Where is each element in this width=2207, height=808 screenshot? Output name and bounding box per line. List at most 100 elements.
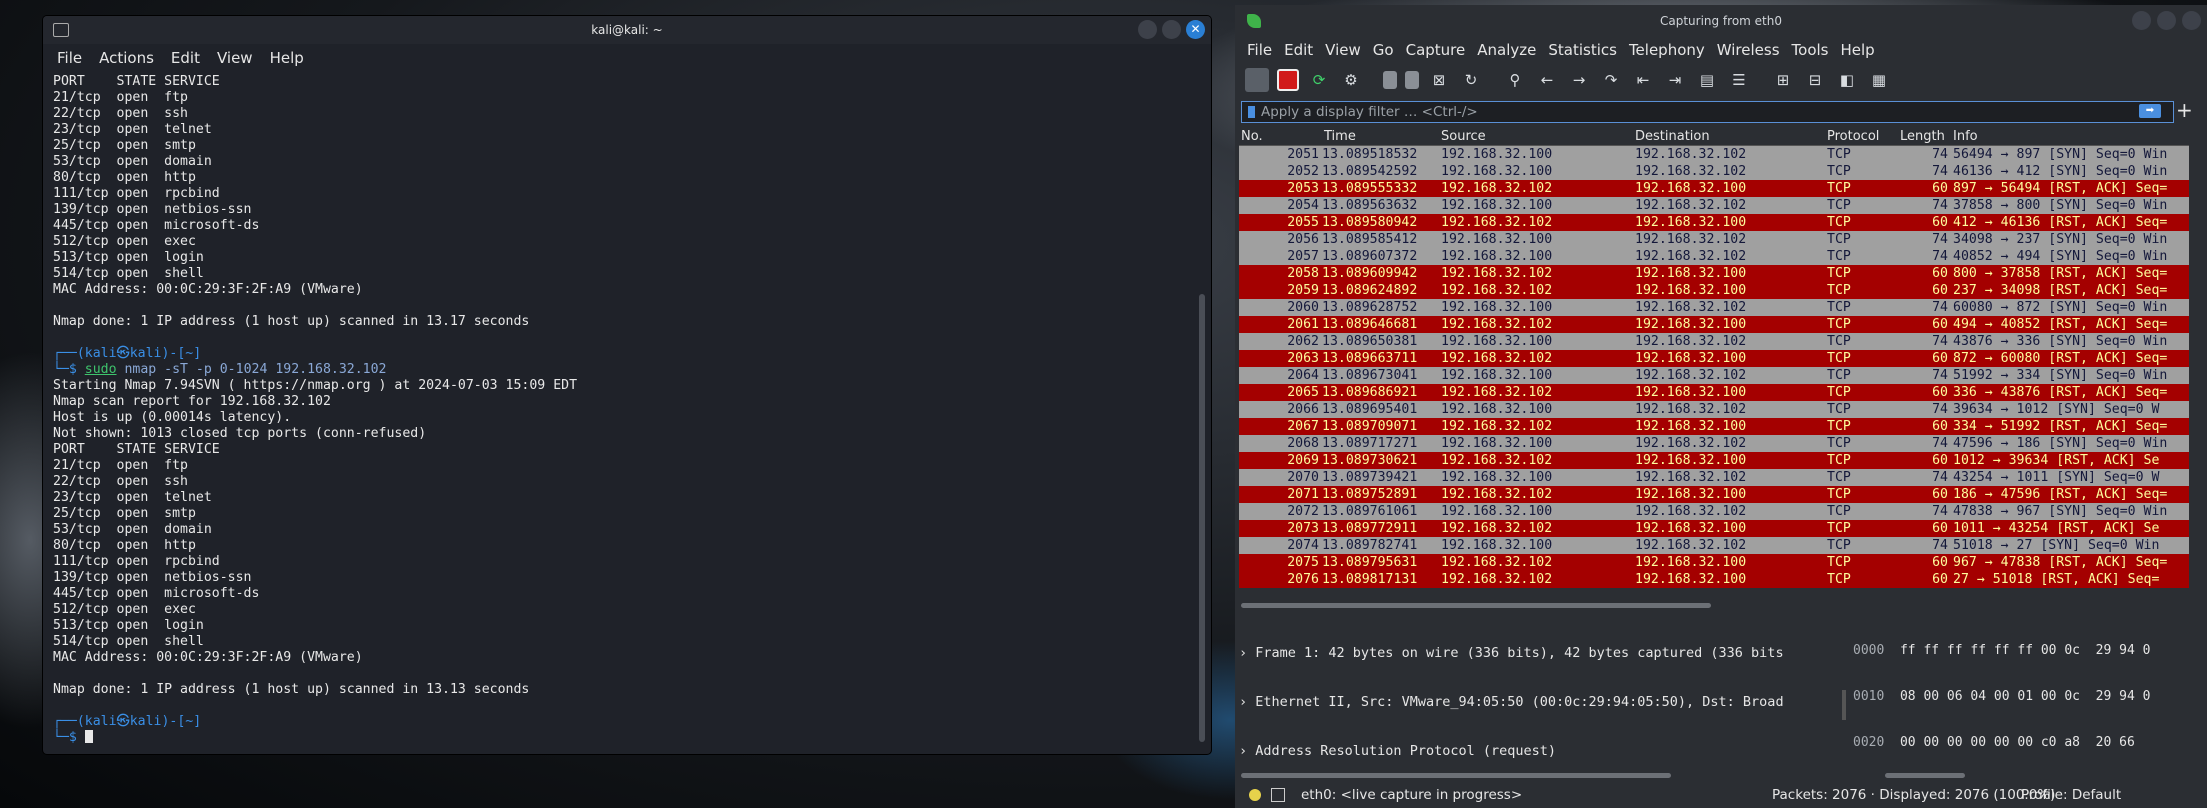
col-destination[interactable]: Destination: [1635, 129, 1710, 144]
packet-row[interactable]: 2055 13.089580942 192.168.32.102 192.168.32…: [1239, 214, 2189, 231]
first-packet-icon[interactable]: ⇤: [1631, 68, 1655, 92]
menu-go[interactable]: Go: [1373, 41, 1394, 59]
profile-selector[interactable]: Profile: Default: [2021, 787, 2121, 803]
terminal-window[interactable]: kali@kali: ~ ✕ File Actions Edit View He…: [43, 16, 1211, 754]
packet-list-hscrollbar[interactable]: [1241, 603, 1711, 608]
packet-row[interactable]: 2069 13.089730621 192.168.32.102 192.168.32…: [1239, 452, 2189, 469]
col-source[interactable]: Source: [1441, 129, 1486, 144]
menu-view[interactable]: View: [1325, 41, 1361, 59]
wireshark-titlebar[interactable]: Capturing from eth0: [1235, 5, 2207, 37]
display-filter-input[interactable]: Apply a display filter … <Ctrl-/> ➡: [1241, 101, 2174, 123]
packet-row[interactable]: 2056 13.089585412 192.168.32.100 192.168.32…: [1239, 231, 2189, 248]
packet-row[interactable]: 2072 13.089761061 192.168.32.100 192.168.32…: [1239, 503, 2189, 520]
packet-row[interactable]: 2066 13.089695401 192.168.32.100 192.168.32…: [1239, 401, 2189, 418]
packet-row[interactable]: 2065 13.089686921 192.168.32.102 192.168.32…: [1239, 384, 2189, 401]
capture-options-gear-icon[interactable]: ⚙: [1339, 68, 1363, 92]
col-time[interactable]: Time: [1324, 129, 1356, 144]
stop-capture-icon[interactable]: [1277, 69, 1299, 91]
restart-capture-icon[interactable]: ⟳: [1307, 68, 1331, 92]
detail-row[interactable]: › Frame 1: 42 bytes on wire (336 bits), …: [1239, 645, 1844, 662]
capture-comment-edit-icon[interactable]: [1271, 788, 1285, 802]
normal-size-icon[interactable]: ◧: [1835, 68, 1859, 92]
packet-cell-len: 74: [1932, 368, 1948, 383]
menu-analyze[interactable]: Analyze: [1477, 41, 1536, 59]
menu-telephony[interactable]: Telephony: [1629, 41, 1705, 59]
detail-row[interactable]: › Ethernet II, Src: VMware_94:05:50 (00:…: [1239, 694, 1844, 711]
packet-row[interactable]: 2059 13.089624892 192.168.32.102 192.168.32…: [1239, 282, 2189, 299]
autoscroll-icon[interactable]: ▤: [1695, 68, 1719, 92]
packet-list[interactable]: 2051 13.089518532 192.168.32.100 192.168.32…: [1239, 146, 2189, 598]
terminal-titlebar[interactable]: kali@kali: ~ ✕: [43, 16, 1211, 44]
go-forward-arrow-icon[interactable]: →: [1567, 68, 1591, 92]
last-packet-icon[interactable]: ⇥: [1663, 68, 1687, 92]
col-info[interactable]: Info: [1953, 129, 1978, 144]
packet-row[interactable]: 2070 13.089739421 192.168.32.100 192.168.32…: [1239, 469, 2189, 486]
find-packet-search-icon[interactable]: ⚲: [1503, 68, 1527, 92]
reload-file-icon[interactable]: ↻: [1459, 68, 1483, 92]
close-button[interactable]: [2182, 11, 2201, 30]
minimize-button[interactable]: [2132, 11, 2151, 30]
close-button[interactable]: ✕: [1186, 20, 1205, 39]
packet-cell-info: 494 → 40852 [RST, ACK] Seq=: [1953, 317, 2168, 332]
go-back-arrow-icon[interactable]: ←: [1535, 68, 1559, 92]
detail-row[interactable]: › Address Resolution Protocol (request): [1239, 743, 1844, 760]
packet-row[interactable]: 2062 13.089650381 192.168.32.100 192.168.32…: [1239, 333, 2189, 350]
packet-row[interactable]: 2057 13.089607372 192.168.32.100 192.168.32…: [1239, 248, 2189, 265]
packet-row[interactable]: 2060 13.089628752 192.168.32.100 192.168.32…: [1239, 299, 2189, 316]
packet-row[interactable]: 2076 13.089817131 192.168.32.102 192.168.32…: [1239, 571, 2189, 588]
minimize-button[interactable]: [1138, 20, 1157, 39]
close-file-icon[interactable]: ⊠: [1427, 68, 1451, 92]
apply-filter-arrow-icon[interactable]: ➡: [2139, 104, 2161, 118]
details-hscrollbar[interactable]: [1241, 773, 1671, 778]
menu-edit[interactable]: Edit: [171, 49, 200, 67]
save-file-icon[interactable]: [1405, 71, 1419, 89]
menu-tools[interactable]: Tools: [1792, 41, 1829, 59]
maximize-button[interactable]: [1162, 20, 1181, 39]
packet-row[interactable]: 2067 13.089709071 192.168.32.102 192.168.32…: [1239, 418, 2189, 435]
col-length[interactable]: Length: [1900, 129, 1945, 144]
packet-row[interactable]: 2061 13.089646681 192.168.32.102 192.168.32…: [1239, 316, 2189, 333]
packet-row[interactable]: 2073 13.089772911 192.168.32.102 192.168.32…: [1239, 520, 2189, 537]
terminal-scrollbar[interactable]: [1199, 294, 1205, 742]
menu-statistics[interactable]: Statistics: [1548, 41, 1617, 59]
start-capture-fin-icon[interactable]: [1245, 68, 1269, 92]
menu-wireless[interactable]: Wireless: [1717, 41, 1780, 59]
menu-capture[interactable]: Capture: [1406, 41, 1466, 59]
bookmark-icon[interactable]: [1248, 106, 1255, 118]
open-file-icon[interactable]: [1383, 71, 1397, 89]
packet-row[interactable]: 2075 13.089795631 192.168.32.102 192.168.32…: [1239, 554, 2189, 571]
col-no[interactable]: No.: [1241, 129, 1263, 144]
menu-actions[interactable]: Actions: [99, 49, 154, 67]
menu-edit[interactable]: Edit: [1284, 41, 1313, 59]
packet-row[interactable]: 2052 13.089542592 192.168.32.100 192.168.32…: [1239, 163, 2189, 180]
resize-columns-icon[interactable]: ▦: [1867, 68, 1891, 92]
packet-row[interactable]: 2074 13.089782741 192.168.32.100 192.168.32…: [1239, 537, 2189, 554]
packet-row[interactable]: 2063 13.089663711 192.168.32.102 192.168.32…: [1239, 350, 2189, 367]
packet-row[interactable]: 2064 13.089673041 192.168.32.100 192.168.32…: [1239, 367, 2189, 384]
wireshark-window[interactable]: Capturing from eth0 File Edit View Go Ca…: [1235, 5, 2207, 808]
colorize-icon[interactable]: ☰: [1727, 68, 1751, 92]
expert-info-indicator-icon[interactable]: [1249, 789, 1261, 801]
menu-file[interactable]: File: [1247, 41, 1272, 59]
menu-help[interactable]: Help: [1840, 41, 1874, 59]
terminal-output[interactable]: PORT STATE SERVICE 21/tcp open ftp 22/tcp …: [53, 74, 1181, 754]
packet-row[interactable]: 2058 13.089609942 192.168.32.102 192.168.32…: [1239, 265, 2189, 282]
packet-row[interactable]: 2051 13.089518532 192.168.32.100 192.168.32…: [1239, 146, 2189, 163]
maximize-button[interactable]: [2157, 11, 2176, 30]
packet-details-pane[interactable]: › Frame 1: 42 bytes on wire (336 bits), …: [1239, 613, 1844, 773]
menu-file[interactable]: File: [57, 49, 82, 67]
packet-row[interactable]: 2054 13.089563632 192.168.32.100 192.168.32…: [1239, 197, 2189, 214]
packet-row[interactable]: 2053 13.089555332 192.168.32.102 192.168.32…: [1239, 180, 2189, 197]
bytes-hscrollbar[interactable]: [1885, 773, 1965, 778]
col-protocol[interactable]: Protocol: [1827, 129, 1879, 144]
go-to-packet-icon[interactable]: ↷: [1599, 68, 1623, 92]
packet-row[interactable]: 2068 13.089717271 192.168.32.100 192.168.32…: [1239, 435, 2189, 452]
add-filter-button[interactable]: +: [2176, 98, 2193, 122]
packet-bytes-pane[interactable]: 0000 ff ff ff ff ff ff 00 0c 29 94 0 001…: [1853, 613, 2203, 773]
pane-splitter[interactable]: [1842, 690, 1846, 720]
menu-help[interactable]: Help: [270, 49, 304, 67]
zoom-in-icon[interactable]: ⊞: [1771, 68, 1795, 92]
zoom-out-icon[interactable]: ⊟: [1803, 68, 1827, 92]
packet-row[interactable]: 2071 13.089752891 192.168.32.102 192.168.32…: [1239, 486, 2189, 503]
menu-view[interactable]: View: [217, 49, 253, 67]
